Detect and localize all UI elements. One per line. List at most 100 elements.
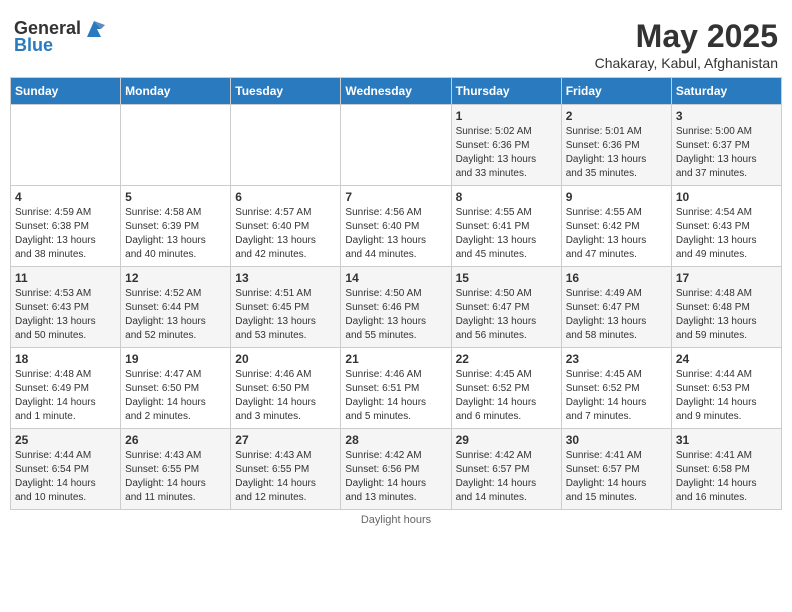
calendar-week-row: 11 Sunrise: 4:53 AM Sunset: 6:43 PM Dayli… [11, 267, 782, 348]
day-info: Sunrise: 4:41 AM Sunset: 6:57 PM Dayligh… [566, 449, 667, 505]
day-number: 16 [566, 271, 667, 285]
calendar-day-header: Thursday [451, 78, 561, 105]
calendar-cell: 26 Sunrise: 4:43 AM Sunset: 6:55 PM Dayli… [121, 429, 231, 510]
day-info: Sunrise: 4:45 AM Sunset: 6:52 PM Dayligh… [456, 368, 557, 424]
day-info: Sunrise: 4:59 AM Sunset: 6:38 PM Dayligh… [15, 206, 116, 262]
day-info: Sunrise: 4:43 AM Sunset: 6:55 PM Dayligh… [125, 449, 226, 505]
title-block: May 2025 Chakaray, Kabul, Afghanistan [595, 18, 778, 71]
calendar-cell [341, 105, 451, 186]
day-info: Sunrise: 4:55 AM Sunset: 6:41 PM Dayligh… [456, 206, 557, 262]
calendar-cell: 12 Sunrise: 4:52 AM Sunset: 6:44 PM Dayli… [121, 267, 231, 348]
day-info: Sunrise: 4:50 AM Sunset: 6:46 PM Dayligh… [345, 287, 446, 343]
day-info: Sunrise: 4:51 AM Sunset: 6:45 PM Dayligh… [235, 287, 336, 343]
footer-text: Daylight hours [361, 514, 431, 526]
day-info: Sunrise: 5:02 AM Sunset: 6:36 PM Dayligh… [456, 125, 557, 181]
calendar-cell: 30 Sunrise: 4:41 AM Sunset: 6:57 PM Dayli… [561, 429, 671, 510]
day-number: 15 [456, 271, 557, 285]
calendar-day-header: Sunday [11, 78, 121, 105]
calendar-cell: 28Sunrise: 4:42 AM Sunset: 6:56 PM Dayli… [341, 429, 451, 510]
day-number: 19 [125, 352, 226, 366]
day-number: 13 [235, 271, 336, 285]
day-number: 20 [235, 352, 336, 366]
calendar-day-header: Friday [561, 78, 671, 105]
calendar-cell: 7Sunrise: 4:56 AM Sunset: 6:40 PM Daylig… [341, 186, 451, 267]
day-number: 28 [345, 433, 446, 447]
calendar-cell [11, 105, 121, 186]
calendar-day-header: Wednesday [341, 78, 451, 105]
day-info: Sunrise: 5:00 AM Sunset: 6:37 PM Dayligh… [676, 125, 777, 181]
page-subtitle: Chakaray, Kabul, Afghanistan [595, 55, 778, 71]
logo-text-blue: Blue [14, 35, 53, 56]
day-number: 11 [15, 271, 116, 285]
page-title: May 2025 [595, 18, 778, 55]
calendar-cell: 22 Sunrise: 4:45 AM Sunset: 6:52 PM Dayli… [451, 348, 561, 429]
calendar-table: SundayMondayTuesdayWednesdayThursdayFrid… [10, 77, 782, 510]
day-info: Sunrise: 4:53 AM Sunset: 6:43 PM Dayligh… [15, 287, 116, 343]
day-info: Sunrise: 4:57 AM Sunset: 6:40 PM Dayligh… [235, 206, 336, 262]
day-number: 8 [456, 190, 557, 204]
day-info: Sunrise: 4:50 AM Sunset: 6:47 PM Dayligh… [456, 287, 557, 343]
day-info: Sunrise: 5:01 AM Sunset: 6:36 PM Dayligh… [566, 125, 667, 181]
day-info: Sunrise: 4:52 AM Sunset: 6:44 PM Dayligh… [125, 287, 226, 343]
day-number: 26 [125, 433, 226, 447]
day-number: 1 [456, 109, 557, 123]
day-number: 12 [125, 271, 226, 285]
calendar-cell: 3 Sunrise: 5:00 AM Sunset: 6:37 PM Daylig… [671, 105, 781, 186]
calendar-cell: 23Sunrise: 4:45 AM Sunset: 6:52 PM Dayli… [561, 348, 671, 429]
day-info: Sunrise: 4:43 AM Sunset: 6:55 PM Dayligh… [235, 449, 336, 505]
day-number: 22 [456, 352, 557, 366]
calendar-cell: 19 Sunrise: 4:47 AM Sunset: 6:50 PM Dayli… [121, 348, 231, 429]
calendar-cell: 8 Sunrise: 4:55 AM Sunset: 6:41 PM Daylig… [451, 186, 561, 267]
day-info: Sunrise: 4:46 AM Sunset: 6:50 PM Dayligh… [235, 368, 336, 424]
day-number: 30 [566, 433, 667, 447]
calendar-cell: 4 Sunrise: 4:59 AM Sunset: 6:38 PM Daylig… [11, 186, 121, 267]
day-info: Sunrise: 4:47 AM Sunset: 6:50 PM Dayligh… [125, 368, 226, 424]
day-info: Sunrise: 4:49 AM Sunset: 6:47 PM Dayligh… [566, 287, 667, 343]
calendar-cell: 31 Sunrise: 4:41 AM Sunset: 6:58 PM Dayli… [671, 429, 781, 510]
calendar-cell: 27 Sunrise: 4:43 AM Sunset: 6:55 PM Dayli… [231, 429, 341, 510]
calendar-cell: 10Sunrise: 4:54 AM Sunset: 6:43 PM Dayli… [671, 186, 781, 267]
day-info: Sunrise: 4:48 AM Sunset: 6:49 PM Dayligh… [15, 368, 116, 424]
logo-icon [83, 19, 105, 39]
calendar-cell: 25 Sunrise: 4:44 AM Sunset: 6:54 PM Dayli… [11, 429, 121, 510]
day-number: 5 [125, 190, 226, 204]
calendar-cell: 6 Sunrise: 4:57 AM Sunset: 6:40 PM Daylig… [231, 186, 341, 267]
day-number: 2 [566, 109, 667, 123]
calendar-cell: 9 Sunrise: 4:55 AM Sunset: 6:42 PM Daylig… [561, 186, 671, 267]
calendar-week-row: 18Sunrise: 4:48 AM Sunset: 6:49 PM Dayli… [11, 348, 782, 429]
day-info: Sunrise: 4:55 AM Sunset: 6:42 PM Dayligh… [566, 206, 667, 262]
day-number: 27 [235, 433, 336, 447]
day-number: 14 [345, 271, 446, 285]
calendar-week-row: 1 Sunrise: 5:02 AM Sunset: 6:36 PM Daylig… [11, 105, 782, 186]
day-number: 6 [235, 190, 336, 204]
day-number: 9 [566, 190, 667, 204]
day-info: Sunrise: 4:58 AM Sunset: 6:39 PM Dayligh… [125, 206, 226, 262]
calendar-cell: 16 Sunrise: 4:49 AM Sunset: 6:47 PM Dayli… [561, 267, 671, 348]
calendar-cell: 14 Sunrise: 4:50 AM Sunset: 6:46 PM Dayli… [341, 267, 451, 348]
day-number: 17 [676, 271, 777, 285]
day-number: 25 [15, 433, 116, 447]
day-number: 21 [345, 352, 446, 366]
day-info: Sunrise: 4:41 AM Sunset: 6:58 PM Dayligh… [676, 449, 777, 505]
calendar-cell: 18Sunrise: 4:48 AM Sunset: 6:49 PM Dayli… [11, 348, 121, 429]
calendar-cell: 17Sunrise: 4:48 AM Sunset: 6:48 PM Dayli… [671, 267, 781, 348]
calendar-cell: 2 Sunrise: 5:01 AM Sunset: 6:36 PM Daylig… [561, 105, 671, 186]
day-info: Sunrise: 4:42 AM Sunset: 6:57 PM Dayligh… [456, 449, 557, 505]
day-info: Sunrise: 4:44 AM Sunset: 6:54 PM Dayligh… [15, 449, 116, 505]
calendar-cell [121, 105, 231, 186]
calendar-day-header: Tuesday [231, 78, 341, 105]
calendar-day-header: Saturday [671, 78, 781, 105]
calendar-cell: 20 Sunrise: 4:46 AM Sunset: 6:50 PM Dayli… [231, 348, 341, 429]
calendar-header-row: SundayMondayTuesdayWednesdayThursdayFrid… [11, 78, 782, 105]
day-number: 4 [15, 190, 116, 204]
day-number: 3 [676, 109, 777, 123]
logo: General Blue [14, 18, 107, 56]
calendar-week-row: 4 Sunrise: 4:59 AM Sunset: 6:38 PM Daylig… [11, 186, 782, 267]
calendar-day-header: Monday [121, 78, 231, 105]
calendar-cell: 11 Sunrise: 4:53 AM Sunset: 6:43 PM Dayli… [11, 267, 121, 348]
calendar-cell: 5 Sunrise: 4:58 AM Sunset: 6:39 PM Daylig… [121, 186, 231, 267]
day-info: Sunrise: 4:45 AM Sunset: 6:52 PM Dayligh… [566, 368, 667, 424]
calendar-cell: 13 Sunrise: 4:51 AM Sunset: 6:45 PM Dayli… [231, 267, 341, 348]
day-info: Sunrise: 4:56 AM Sunset: 6:40 PM Dayligh… [345, 206, 446, 262]
day-number: 31 [676, 433, 777, 447]
